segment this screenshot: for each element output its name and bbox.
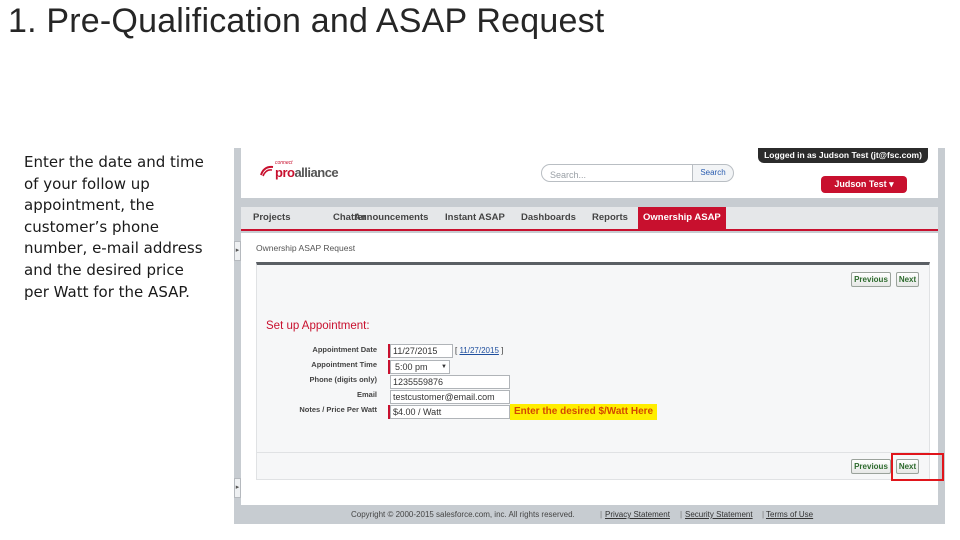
tab-announcements[interactable]: Announcements <box>354 207 428 229</box>
description-line: Enter the date and time <box>24 153 204 171</box>
search-field <box>541 164 693 183</box>
description-line: number, e-mail address <box>24 239 203 258</box>
user-menu-button[interactable]: Judson Test ▾ <box>821 176 907 193</box>
tab-bar: Projects Chatter Announcements Instant A… <box>241 207 938 231</box>
slide-description: Enter the date and time of your follow u… <box>24 152 214 303</box>
logo-wordmark: proalliance <box>275 165 339 180</box>
logo-text: alliance <box>294 165 339 180</box>
privacy-statement-link[interactable]: Privacy Statement <box>605 510 670 519</box>
description-line: appointment, the <box>24 196 155 215</box>
tab-instant-asap[interactable]: Instant ASAP <box>445 207 505 229</box>
proalliance-logo[interactable]: connect proalliance <box>260 160 350 182</box>
page-breadcrumb: Ownership ASAP Request <box>256 243 356 253</box>
copyright-text: Copyright © 2000-2015 salesforce.com, in… <box>351 510 575 519</box>
search-button[interactable]: Search <box>692 164 734 182</box>
footer-separator: | <box>600 510 603 519</box>
request-panel: Previous Next Set up Appointment: Appoin… <box>256 262 930 480</box>
description-line: customer’s phone <box>24 217 159 236</box>
tab-projects[interactable]: Projects <box>253 207 291 229</box>
sidebar-collapse-handle[interactable]: ▸ <box>234 478 241 498</box>
description-line: of your follow up <box>24 174 150 193</box>
search-input[interactable] <box>550 167 690 183</box>
previous-button[interactable]: Previous <box>851 272 891 287</box>
page-content: Ownership ASAP Request Previous Next Set… <box>241 233 938 505</box>
tab-dashboards[interactable]: Dashboards <box>521 207 576 229</box>
phone-input[interactable]: 1235559876 <box>390 375 510 389</box>
section-title: Set up Appointment: <box>266 320 370 332</box>
logged-in-banner: Logged in as Judson Test (jt@fsc.com) <box>758 148 928 163</box>
today-date-link[interactable]: [ 11/27/2015 ] <box>455 346 503 355</box>
sidebar-collapse-handle[interactable]: ▸ <box>234 241 241 261</box>
app-screenshot: ▸ ▸ connect proalliance Search Logged in… <box>234 148 945 524</box>
notes-price-input[interactable]: $4.00 / Watt <box>390 405 510 419</box>
page-footer: Copyright © 2000-2015 salesforce.com, in… <box>234 510 945 524</box>
slide-title: 1. Pre-Qualification and ASAP Request <box>8 2 605 40</box>
description-line: per Watt for the ASAP. <box>24 282 190 301</box>
security-statement-link[interactable]: Security Statement <box>685 510 753 519</box>
description-line: and the desired price <box>24 260 184 279</box>
appointment-date-label: Appointment Date <box>312 345 377 354</box>
today-date[interactable]: 11/27/2015 <box>459 346 498 355</box>
chevron-down-icon: ▼ <box>441 364 447 370</box>
email-label: Email <box>356 390 377 399</box>
footer-separator: | <box>680 510 683 519</box>
appointment-time-label: Appointment Time <box>311 360 377 369</box>
tab-ownership-asap[interactable]: Ownership ASAP <box>638 207 726 229</box>
phone-label: Phone (digits only) <box>309 375 378 384</box>
app-header: connect proalliance Search Logged in as … <box>241 148 938 198</box>
footer-separator: | <box>762 510 765 519</box>
date-link-bracket-close: ] <box>498 346 504 355</box>
logo-accent: pro <box>275 165 295 180</box>
previous-button-bottom[interactable]: Previous <box>851 459 891 474</box>
panel-divider <box>257 452 929 453</box>
proalliance-mark-icon <box>260 165 274 177</box>
price-callout: Enter the desired $/Watt Here <box>510 404 658 420</box>
next-button[interactable]: Next <box>896 272 919 287</box>
email-input[interactable]: testcustomer@email.com <box>390 390 510 404</box>
terms-of-use-link[interactable]: Terms of Use <box>766 510 813 519</box>
next-button-highlight <box>891 453 944 481</box>
notes-price-label: Notes / Price Per Watt <box>299 405 377 414</box>
appointment-date-input[interactable]: 11/27/2015 <box>390 344 453 358</box>
tab-reports[interactable]: Reports <box>592 207 628 229</box>
